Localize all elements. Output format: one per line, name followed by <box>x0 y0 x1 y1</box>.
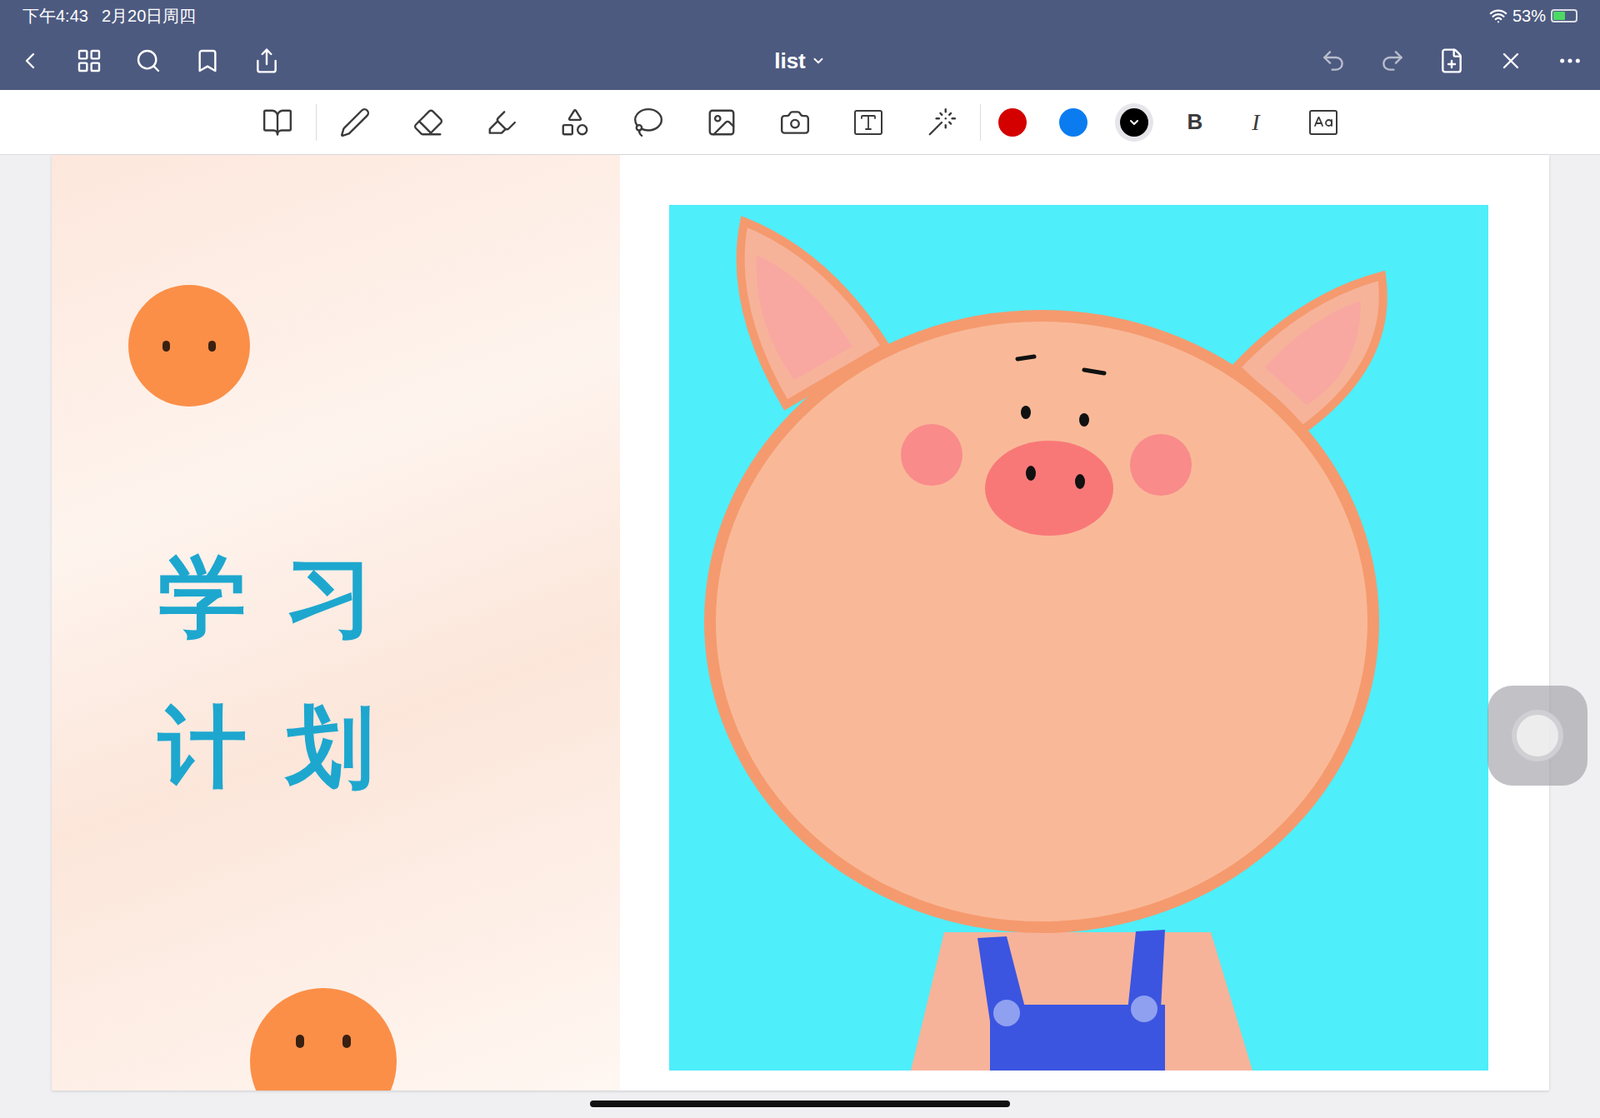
color-swatch[interactable] <box>982 97 1044 148</box>
read-mode-icon[interactable] <box>240 97 315 148</box>
close-tools-icon[interactable] <box>1481 35 1541 86</box>
orange-dot <box>250 988 397 1091</box>
chevron-down-icon <box>1127 115 1141 130</box>
font-size-icon[interactable] <box>1286 97 1360 148</box>
app-screen: 下午4:432月20日周四53%listBI学习计划 <box>0 0 1600 1118</box>
status-bar: 下午4:43 2月20日周四 53% <box>0 0 1600 32</box>
cover-title-line: 计划 <box>158 671 620 822</box>
document-title[interactable]: list <box>774 45 826 78</box>
status-time: 下午4:43 <box>22 3 89 29</box>
more-icon[interactable] <box>1540 35 1600 86</box>
battery-icon <box>1550 9 1578 23</box>
text-box-icon[interactable] <box>831 97 905 148</box>
redo-icon[interactable] <box>1363 35 1423 86</box>
color-swatch[interactable] <box>1104 97 1165 148</box>
tool-bar: BI <box>0 90 1600 155</box>
bookmark-icon[interactable] <box>177 35 237 86</box>
grid-icon[interactable] <box>59 35 119 86</box>
battery-percent: 53% <box>1512 3 1546 29</box>
search-icon[interactable] <box>118 35 178 86</box>
nav-bar: list <box>0 31 1600 90</box>
pig-illustration <box>669 205 1489 1071</box>
header: 下午4:43 2月20日周四 53% list <box>0 0 1600 90</box>
bold-button[interactable]: B <box>1165 97 1226 148</box>
divider <box>315 104 317 141</box>
image-icon[interactable] <box>685 97 759 148</box>
canvas: 学习计划 <box>0 155 1600 1118</box>
cover-title-line: 学习 <box>158 521 620 672</box>
back-icon[interactable] <box>0 35 60 86</box>
share-icon[interactable] <box>236 35 296 86</box>
assistive-touch-button[interactable] <box>1487 685 1588 786</box>
chevron-down-icon <box>810 53 826 69</box>
add-page-icon[interactable] <box>1422 35 1482 86</box>
eraser-icon[interactable] <box>391 97 465 148</box>
highlighter-icon[interactable] <box>465 97 539 148</box>
orange-dot <box>128 285 250 407</box>
camera-icon[interactable] <box>758 97 832 148</box>
shapes-icon[interactable] <box>538 97 612 148</box>
color-swatch[interactable] <box>1043 97 1105 148</box>
home-indicator <box>590 1100 1010 1108</box>
wifi-icon <box>1489 6 1508 25</box>
undo-icon[interactable] <box>1304 35 1364 86</box>
lasso-icon[interactable] <box>611 97 685 148</box>
picture-frame <box>620 155 1550 1091</box>
page: 学习计划 <box>51 155 1550 1091</box>
divider <box>980 104 981 141</box>
italic-button[interactable]: I <box>1225 97 1287 148</box>
cover-panel: 学习计划 <box>51 155 620 1091</box>
status-date: 2月20日周四 <box>101 3 196 29</box>
pen-icon[interactable] <box>318 97 392 148</box>
laser-pointer-icon[interactable] <box>905 97 979 148</box>
